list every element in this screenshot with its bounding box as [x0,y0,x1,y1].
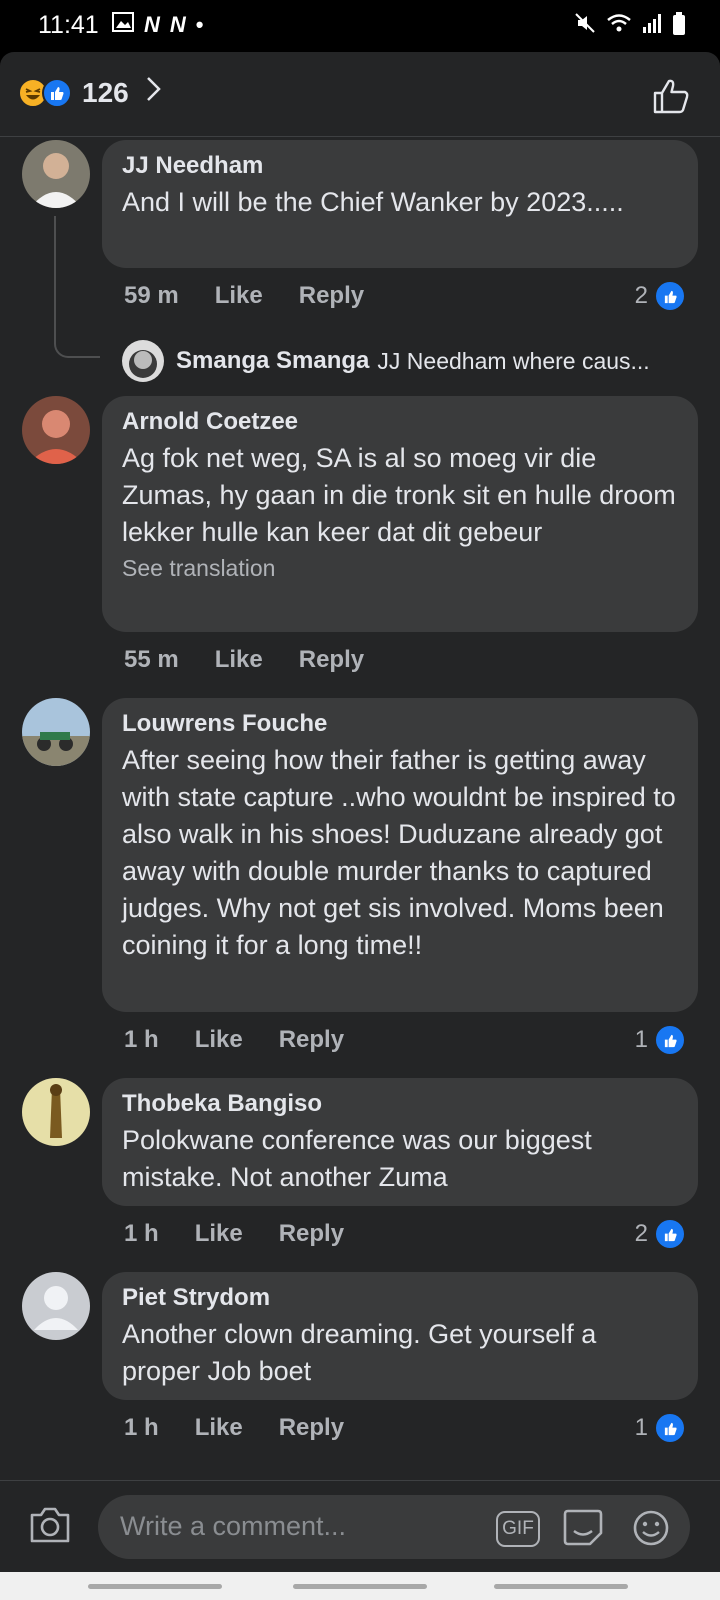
comment-composer: Write a comment... GIF [0,1480,720,1573]
thread-line [54,216,100,358]
like-post-button[interactable] [652,78,690,119]
reply-button[interactable]: Reply [279,1220,344,1248]
mute-icon [574,12,596,42]
reaction-count: 2 [634,1220,648,1247]
avatar[interactable] [22,698,90,766]
comment-bubble[interactable]: Louwrens Fouche After seeing how their f… [102,698,698,1012]
comment-actions: 55 m Like Reply [124,646,400,674]
comment-bubble[interactable]: Arnold Coetzee Ag fok net weg, SA is al … [102,396,698,632]
see-translation-link[interactable]: See translation [122,555,678,582]
comment-time: 59 m [124,282,179,309]
system-icons [574,12,686,42]
comment-reactions[interactable]: 2 [635,1218,686,1250]
reply-button[interactable]: Reply [299,646,364,674]
comment-text: Polokwane conference was our biggest mis… [122,1125,592,1192]
comment-time: 1 h [124,1220,159,1247]
comment-author[interactable]: Thobeka Bangiso [122,1090,678,1118]
like-button[interactable]: Like [195,1414,243,1442]
like-icon [654,280,686,312]
comment-bubble[interactable]: JJ Needham And I will be the Chief Wanke… [102,140,698,268]
like-button[interactable]: Like [215,282,263,310]
emoji-icon[interactable] [632,1509,670,1552]
comment-time: 55 m [124,646,179,673]
nav-home-button[interactable] [293,1584,427,1589]
reply-button[interactable]: Reply [279,1026,344,1054]
battery-icon [672,12,686,42]
reactions-summary[interactable]: 126 [18,76,161,110]
like-button[interactable]: Like [195,1220,243,1248]
reply-text: JJ Needham where caus... [377,347,650,374]
comment-time: 1 h [124,1026,159,1053]
status-bar: 11:41 N N • [0,0,720,52]
sticker-icon[interactable] [562,1509,604,1552]
n-icon: N [144,12,160,37]
comment-text: And I will be the Chief Wanker by 2023..… [122,187,624,217]
signal-icon [642,12,662,42]
reply-author[interactable]: Smanga Smanga [176,347,369,375]
comment-text: Ag fok net weg, SA is al so moeg vir die… [122,443,676,547]
avatar[interactable] [22,396,90,464]
reply-button[interactable]: Reply [279,1414,344,1442]
like-icon [654,1024,686,1056]
avatar [122,340,164,382]
like-button[interactable]: Like [195,1026,243,1054]
status-time: 11:41 [38,11,99,39]
camera-icon[interactable] [28,1505,72,1550]
comment-actions: 1 h Like Reply [124,1414,380,1442]
comment-text: After seeing how their father is getting… [122,745,676,960]
comment-bubble[interactable]: Piet Strydom Another clown dreaming. Get… [102,1272,698,1400]
reaction-count: 1 [634,1026,648,1053]
reaction-count: 1 [634,1414,648,1441]
reply-preview[interactable]: Smanga Smanga JJ Needham where caus... [122,340,682,382]
comment-reactions[interactable]: 1 [635,1412,686,1444]
dot-icon: • [195,12,204,37]
comment-author[interactable]: Louwrens Fouche [122,710,678,738]
comment-input[interactable]: Write a comment... GIF [98,1495,690,1559]
avatar[interactable] [22,140,90,208]
reply-button[interactable]: Reply [299,282,364,310]
comment-placeholder: Write a comment... [120,1511,347,1541]
reaction-count: 2 [634,282,648,309]
comment-actions: 1 h Like Reply [124,1220,380,1248]
like-icon [42,78,72,108]
gif-button[interactable]: GIF [496,1511,540,1547]
comment-text: Another clown dreaming. Get yourself a p… [122,1319,597,1386]
comment-time: 1 h [124,1414,159,1441]
nav-recents-button[interactable] [88,1584,222,1589]
comment-author[interactable]: Piet Strydom [122,1284,678,1312]
comment-author[interactable]: JJ Needham [122,152,678,180]
notification-icons: N N • [112,12,203,38]
like-icon [654,1218,686,1250]
like-button[interactable]: Like [215,646,263,674]
reactions-header: 126 [0,52,720,137]
default-avatar-icon[interactable] [22,1272,90,1340]
comment-actions: 59 m Like Reply [124,282,400,310]
comment-reactions[interactable]: 2 [635,280,686,312]
comment-author[interactable]: Arnold Coetzee [122,408,678,436]
chevron-right-icon [145,76,161,110]
comment-bubble[interactable]: Thobeka Bangiso Polokwane conference was… [102,1078,698,1206]
reaction-count: 126 [82,77,129,108]
nav-back-button[interactable] [494,1584,628,1589]
comment-actions: 1 h Like Reply [124,1026,380,1054]
image-icon [112,12,134,38]
n-icon: N [169,12,186,37]
wifi-icon [606,12,632,42]
system-nav-bar [0,1572,720,1600]
comment-reactions[interactable]: 1 [635,1024,686,1056]
avatar[interactable] [22,1078,90,1146]
like-icon [654,1412,686,1444]
